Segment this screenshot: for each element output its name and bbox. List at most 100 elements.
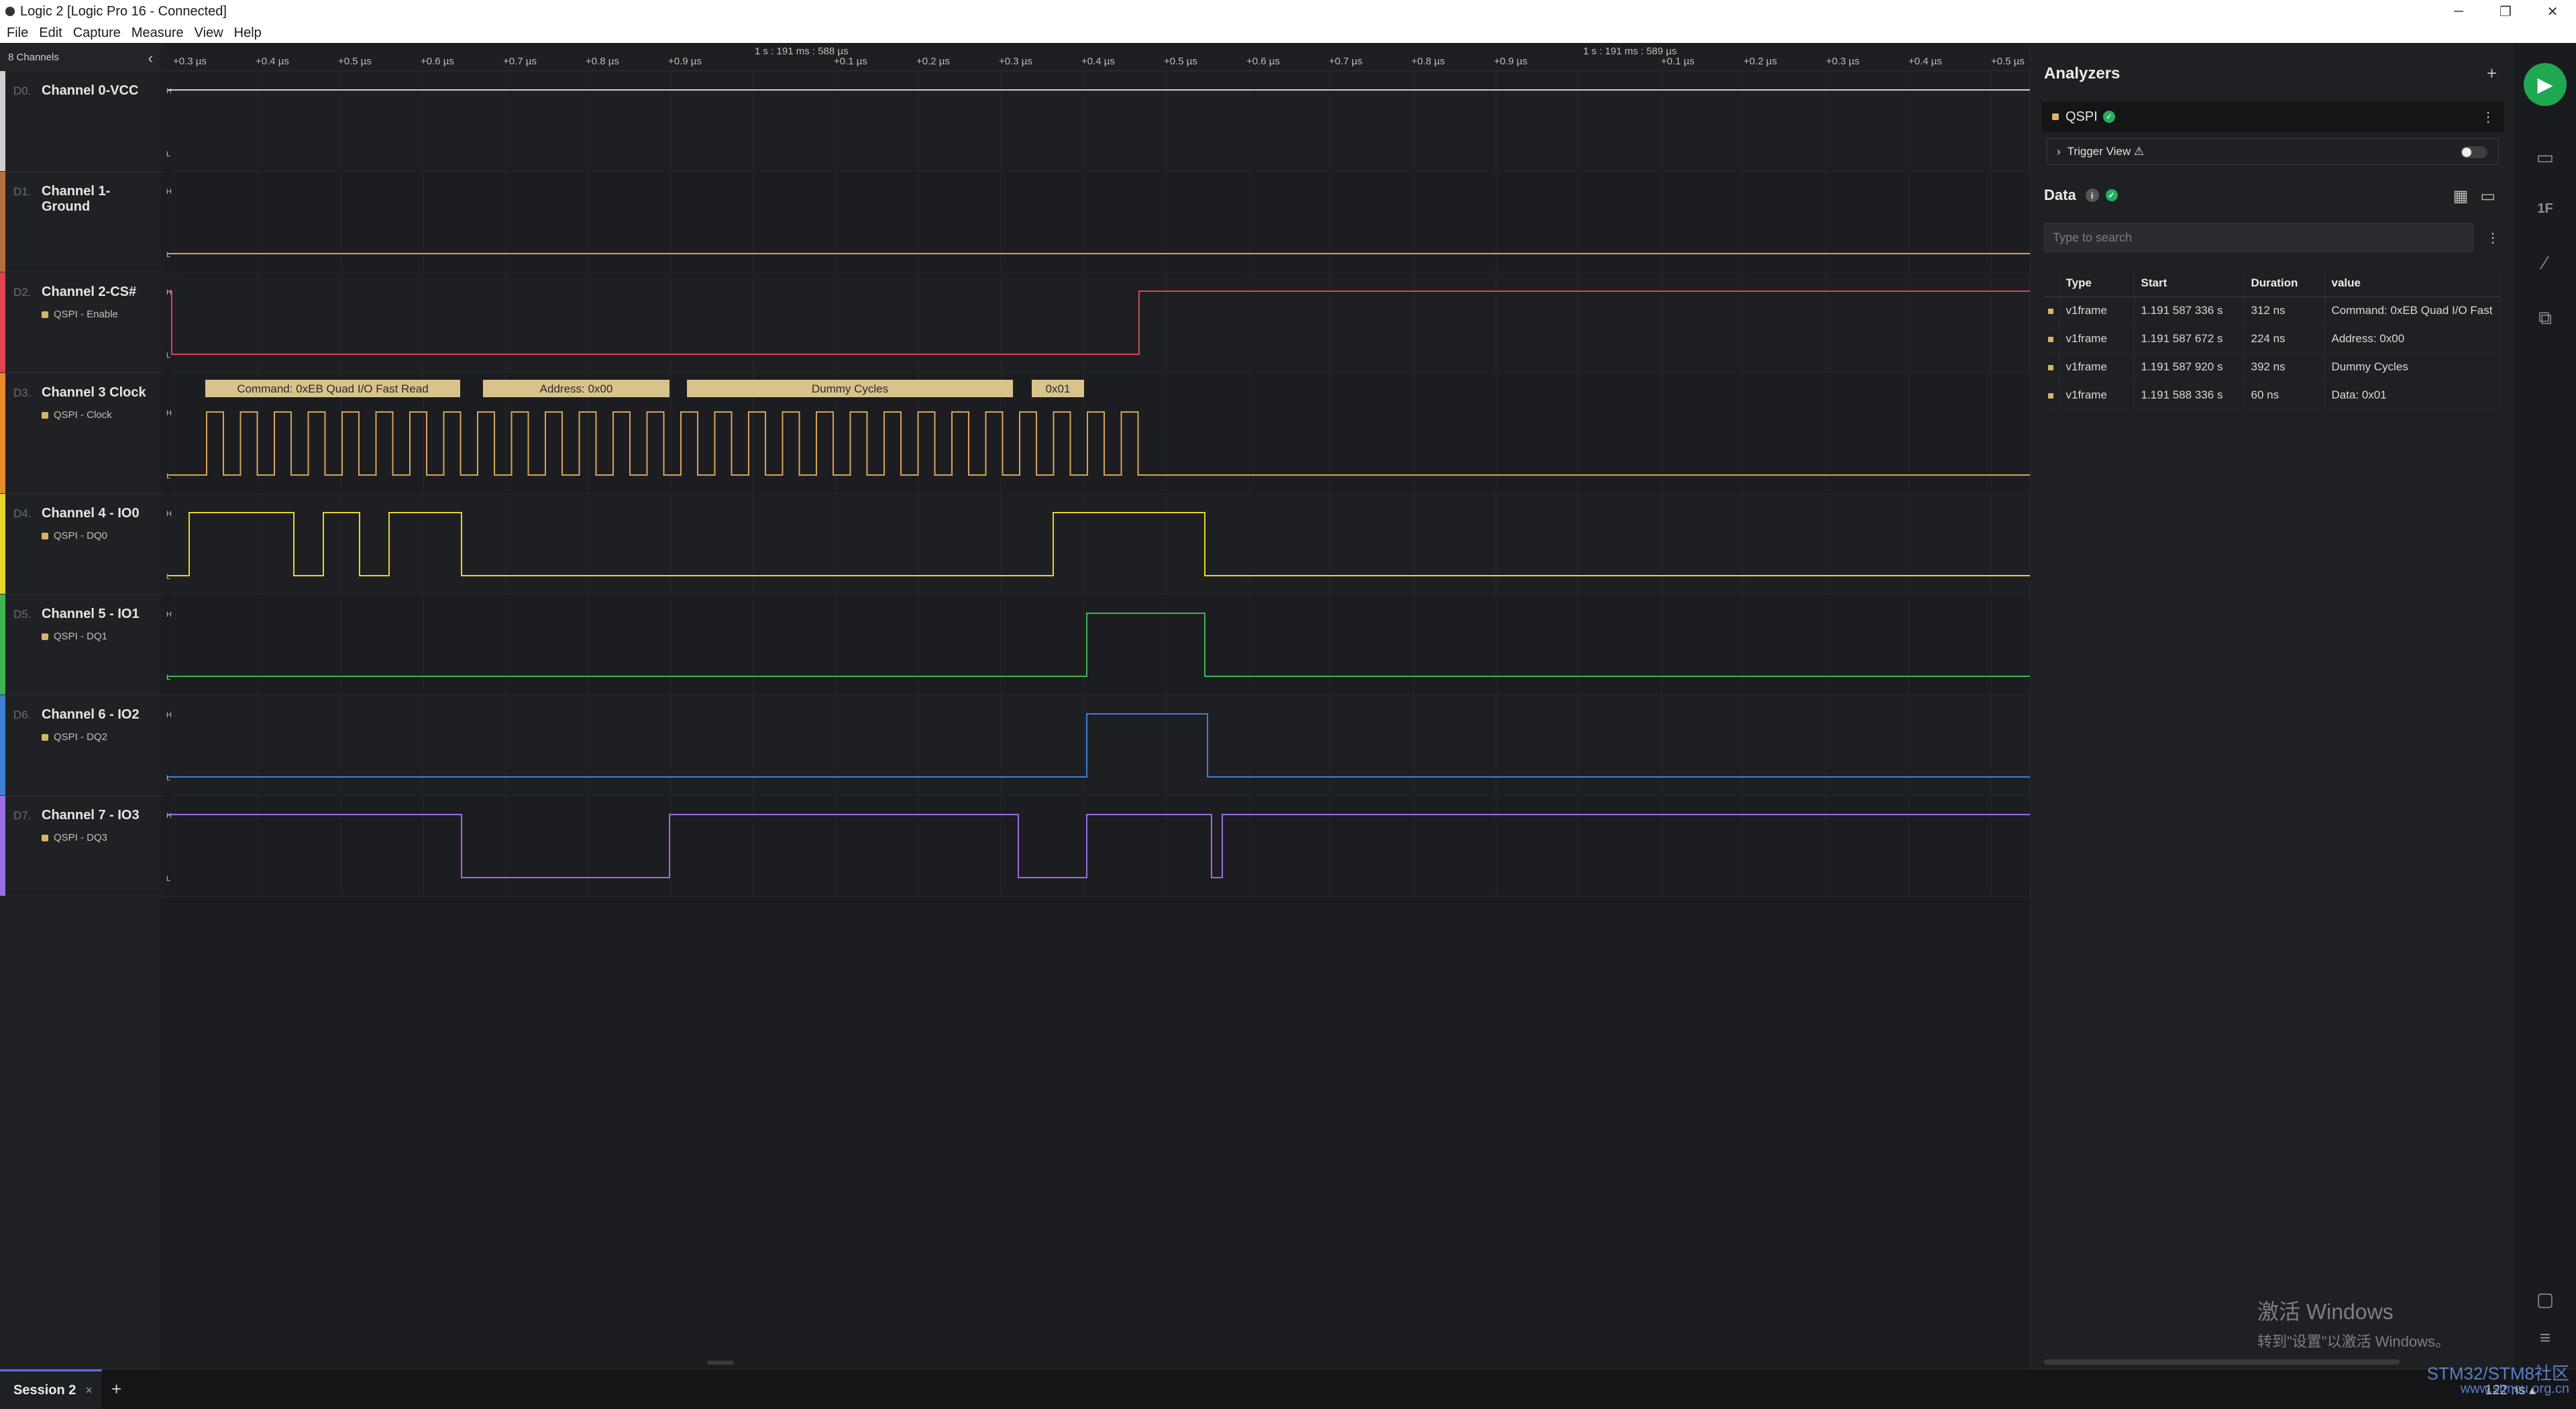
title-bar: Logic 2 [Logic Pro 16 - Connected] ─ ❐ ✕ <box>0 0 2576 23</box>
channel-row-d4[interactable]: D4. Channel 4 - IO0 QSPI - DQ0 <box>0 494 161 594</box>
analyzer-item-qspi[interactable]: QSPI ✓ ⋮ <box>2041 102 2504 132</box>
menu-file[interactable]: File <box>7 25 28 41</box>
analyzer-name: QSPI <box>2065 109 2098 124</box>
channel-row-d7[interactable]: D7. Channel 7 - IO3 QSPI - DQ3 <box>0 796 161 896</box>
channel-name[interactable]: Channel 5 - IO1 <box>42 607 140 622</box>
cell-value: Command: 0xEB Quad I/O Fast <box>2324 297 2500 325</box>
analyzer-tag-label: QSPI - DQ0 <box>54 530 108 541</box>
cell-start: 1.191 587 672 s <box>2134 325 2245 354</box>
channel-id: D4. <box>13 507 32 520</box>
column-header-value[interactable]: value <box>2324 270 2500 297</box>
data-search-input[interactable] <box>2044 223 2473 252</box>
menu-bar: File Edit Capture Measure View Help <box>0 23 2576 43</box>
table-row[interactable]: v1frame 1.191 587 336 s 312 ns Command: … <box>2044 297 2500 325</box>
analyzer-tag-dot <box>42 311 48 318</box>
ruler-tick-label: +0.4 µs <box>256 56 289 67</box>
channel-name[interactable]: Channel 7 - IO3 <box>42 808 140 823</box>
level-low-label: L <box>166 251 170 259</box>
column-header-duration[interactable]: Duration <box>2244 270 2325 297</box>
channel-id: D6. <box>13 709 32 721</box>
ruler-tick-label: +0.2 µs <box>1743 56 1777 67</box>
menu-icon[interactable]: ≡ <box>2514 1327 2576 1349</box>
channel-id: D5. <box>13 608 32 621</box>
analyzers-icon[interactable]: 1F <box>2514 201 2576 217</box>
cell-start: 1.191 588 336 s <box>2134 381 2245 410</box>
collapse-sidebar-icon[interactable]: ‹ <box>148 50 153 67</box>
cell-start: 1.191 587 920 s <box>2134 353 2245 382</box>
menu-measure[interactable]: Measure <box>131 25 184 41</box>
cell-duration: 224 ns <box>2244 325 2325 354</box>
analyzer-tag: QSPI - Enable <box>42 309 118 320</box>
table-view-icon[interactable]: ▦ <box>2453 187 2469 206</box>
timeline-scrollbar[interactable] <box>161 1359 2030 1366</box>
session-tab[interactable]: Session 2 × <box>0 1369 102 1409</box>
table-row[interactable]: v1frame 1.191 587 672 s 224 ns Address: … <box>2044 325 2500 354</box>
channel-row-d6[interactable]: D6. Channel 6 - IO2 QSPI - DQ2 <box>0 695 161 796</box>
channel-name[interactable]: Channel 2-CS# <box>42 284 136 300</box>
check-circle-icon: ✓ <box>2105 189 2118 201</box>
channel-name[interactable]: Channel 0-VCC <box>42 83 138 99</box>
channel-row-d0[interactable]: D0. Channel 0-VCC <box>0 71 161 172</box>
bottom-bar: Session 2 × + 122 ns ▴ <box>0 1369 2576 1409</box>
analyzer-tag-dot <box>42 633 48 640</box>
menu-edit[interactable]: Edit <box>39 25 62 41</box>
start-capture-button[interactable]: ▶ <box>2524 63 2567 106</box>
time-ruler[interactable]: +0.3 µs +0.4 µs +0.5 µs +0.6 µs +0.7 µs +0.8 … <box>161 44 2030 71</box>
terminal-view-icon[interactable]: ▭ <box>2480 187 2496 206</box>
add-analyzer-icon[interactable]: + <box>2487 63 2497 84</box>
chevron-right-icon[interactable]: › <box>2057 145 2061 158</box>
ruler-tick-label: +0.5 µs <box>338 56 372 67</box>
ruler-tick-label: +0.7 µs <box>503 56 537 67</box>
ruler-tick-label: +0.8 µs <box>1411 56 1445 67</box>
ruler-tick-label: +0.4 µs <box>1909 56 1942 67</box>
close-tab-icon[interactable]: × <box>85 1384 93 1398</box>
measure-icon[interactable]: ⁄ <box>2514 252 2576 274</box>
info-icon[interactable]: i <box>2085 189 2099 202</box>
extensions-icon[interactable]: ⧉ <box>2514 307 2576 329</box>
add-session-icon[interactable]: + <box>111 1379 121 1400</box>
channel-row-d2[interactable]: D2. Channel 2-CS# QSPI - Enable <box>0 272 161 373</box>
channel-name[interactable]: Channel 1- Ground <box>42 184 161 215</box>
menu-view[interactable]: View <box>195 25 223 41</box>
channel-color-stripe <box>0 494 5 594</box>
more-options-icon[interactable]: ⋮ <box>2481 109 2495 125</box>
channel-color-stripe <box>0 594 5 694</box>
analyzers-panel: Analyzers + QSPI ✓ ⋮ › Trigger View ⚠ Da… <box>2030 44 2514 1369</box>
panel-scrollbar[interactable] <box>2044 1359 2400 1365</box>
analyzer-tag-label: QSPI - Clock <box>54 409 112 421</box>
menu-capture[interactable]: Capture <box>73 25 121 41</box>
channel-name[interactable]: Channel 6 - IO2 <box>42 707 140 723</box>
close-icon[interactable]: ✕ <box>2529 0 2576 23</box>
ruler-tick-label: +0.3 µs <box>173 56 207 67</box>
cell-duration: 312 ns <box>2244 297 2325 325</box>
analyzers-title: Analyzers <box>2044 64 2121 83</box>
level-high-label: H <box>166 409 172 417</box>
cell-type: v1frame <box>2059 381 2135 410</box>
search-options-icon[interactable]: ⋮ <box>2486 229 2500 246</box>
table-row[interactable]: v1frame 1.191 588 336 s 60 ns Data: 0x01 <box>2044 381 2500 410</box>
column-header-type[interactable]: Type <box>2059 270 2135 297</box>
maximize-icon[interactable]: ❐ <box>2482 0 2529 23</box>
trigger-view-row[interactable]: › Trigger View ⚠ <box>2047 138 2499 165</box>
channel-row-d1[interactable]: D1. Channel 1- Ground <box>0 172 161 272</box>
channel-lane <box>161 695 2030 796</box>
minimize-icon[interactable]: ─ <box>2435 0 2482 23</box>
device-icon[interactable]: ▭ <box>2514 146 2576 168</box>
protocol-annotation-label: Dummy Cycles <box>812 382 888 395</box>
cell-value: Data: 0x01 <box>2324 381 2500 410</box>
timeline-scroll-thumb[interactable] <box>707 1361 734 1365</box>
channel-name[interactable]: Channel 4 - IO0 <box>42 506 140 521</box>
channel-lane <box>161 172 2030 272</box>
row-marker <box>2044 325 2059 354</box>
feedback-icon[interactable]: ▢ <box>2514 1288 2576 1310</box>
trigger-view-toggle[interactable] <box>2461 146 2487 158</box>
channel-row-d5[interactable]: D5. Channel 5 - IO1 QSPI - DQ1 <box>0 594 161 695</box>
channel-row-d3[interactable]: D3. Channel 3 Clock QSPI - Clock <box>0 373 161 494</box>
column-header-start[interactable]: Start <box>2134 270 2245 297</box>
waveform-area[interactable]: H L H L H L H L H L H L H L H L Command: 0xEB Quad I/O F… <box>161 71 2030 1369</box>
channel-name[interactable]: Channel 3 Clock <box>42 385 146 401</box>
channel-color-stripe <box>0 796 5 896</box>
table-row[interactable]: v1frame 1.191 587 920 s 392 ns Dummy Cyc… <box>2044 353 2500 382</box>
menu-help[interactable]: Help <box>234 25 262 41</box>
waveform-canvas[interactable]: H L H L H L H L H L H L H L H L Command: 0xEB Quad I/O F… <box>161 71 2030 1369</box>
